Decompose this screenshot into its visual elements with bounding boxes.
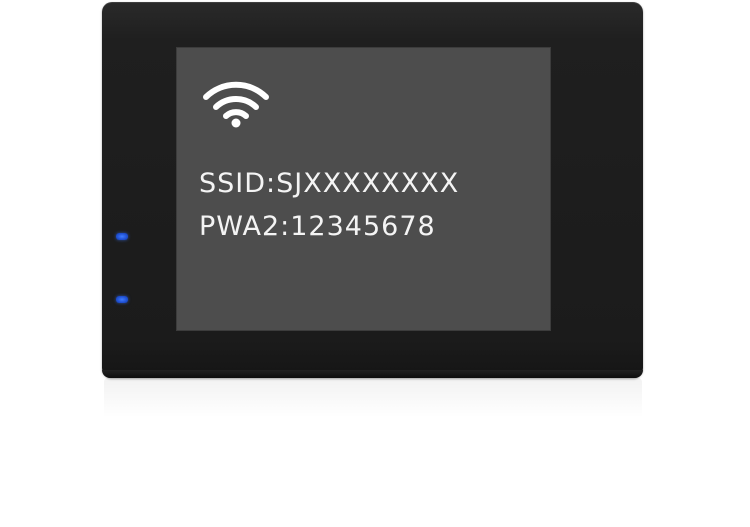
password-label: PWA2:12345678 bbox=[199, 211, 436, 242]
device-bottom-edge bbox=[102, 370, 643, 378]
wifi-icon bbox=[203, 81, 269, 128]
device-shadow bbox=[104, 378, 642, 418]
product-stage: SSID:SJXXXXXXXX PWA2:12345678 bbox=[0, 0, 750, 527]
device-screen: SSID:SJXXXXXXXX PWA2:12345678 bbox=[177, 48, 550, 330]
device-body: SSID:SJXXXXXXXX PWA2:12345678 bbox=[102, 2, 643, 378]
status-led-bottom bbox=[116, 296, 128, 303]
ssid-label: SSID:SJXXXXXXXX bbox=[199, 168, 460, 199]
status-led-top bbox=[116, 233, 128, 240]
